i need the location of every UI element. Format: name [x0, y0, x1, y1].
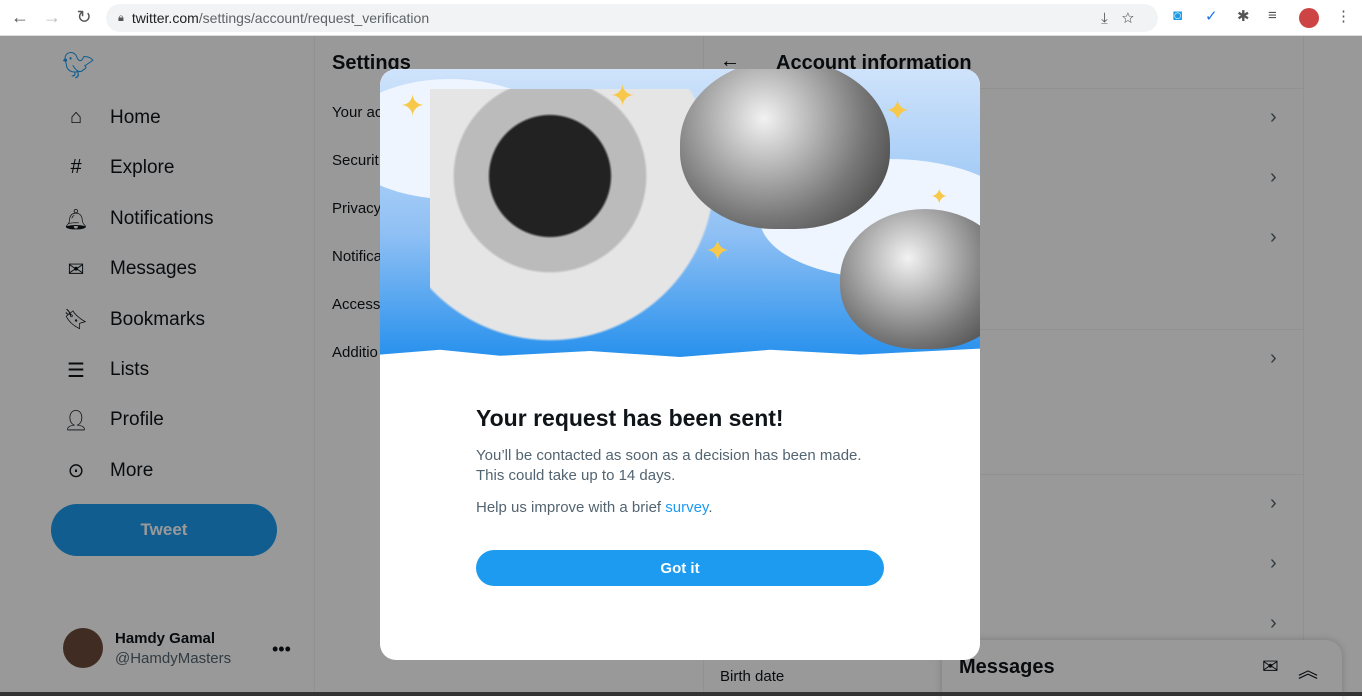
extension-icon[interactable]: ◙: [1173, 7, 1182, 24]
address-bar[interactable]: 🔒︎ twitter.com/settings/account/request_…: [106, 4, 1158, 32]
taskbar: [0, 692, 1362, 696]
survey-link[interactable]: survey: [665, 499, 708, 516]
media-icon[interactable]: ≡: [1268, 7, 1277, 24]
url-path: /settings/account/request_verification: [198, 10, 430, 26]
profile-avatar[interactable]: [1299, 8, 1319, 28]
menu-icon[interactable]: ⋮: [1336, 7, 1351, 25]
install-icon[interactable]: ⤓: [1101, 10, 1122, 27]
dialog-message: You’ll be contacted as soon as a decisio…: [476, 447, 862, 484]
verification-sent-dialog: ✦ ✦ ✦ ✦ ✦ Your request has been sent! Yo…: [380, 69, 980, 660]
astronaut-balloons-illustration: ✦ ✦ ✦ ✦ ✦: [380, 69, 980, 369]
forward-icon[interactable]: →: [40, 7, 64, 28]
back-icon[interactable]: ←: [8, 7, 32, 28]
got-it-button[interactable]: Got it: [476, 550, 884, 586]
dialog-title: Your request has been sent!: [476, 405, 784, 431]
reload-icon[interactable]: ↻: [72, 7, 96, 28]
url-domain: twitter.com: [131, 10, 199, 26]
puzzle-icon[interactable]: ✱: [1237, 7, 1250, 25]
lock-icon: 🔒︎: [118, 11, 124, 24]
survey-text: Help us improve with a brief survey.: [476, 499, 713, 516]
checkmark-extension-icon[interactable]: ✓: [1205, 7, 1218, 25]
star-icon[interactable]: ☆: [1122, 10, 1148, 27]
